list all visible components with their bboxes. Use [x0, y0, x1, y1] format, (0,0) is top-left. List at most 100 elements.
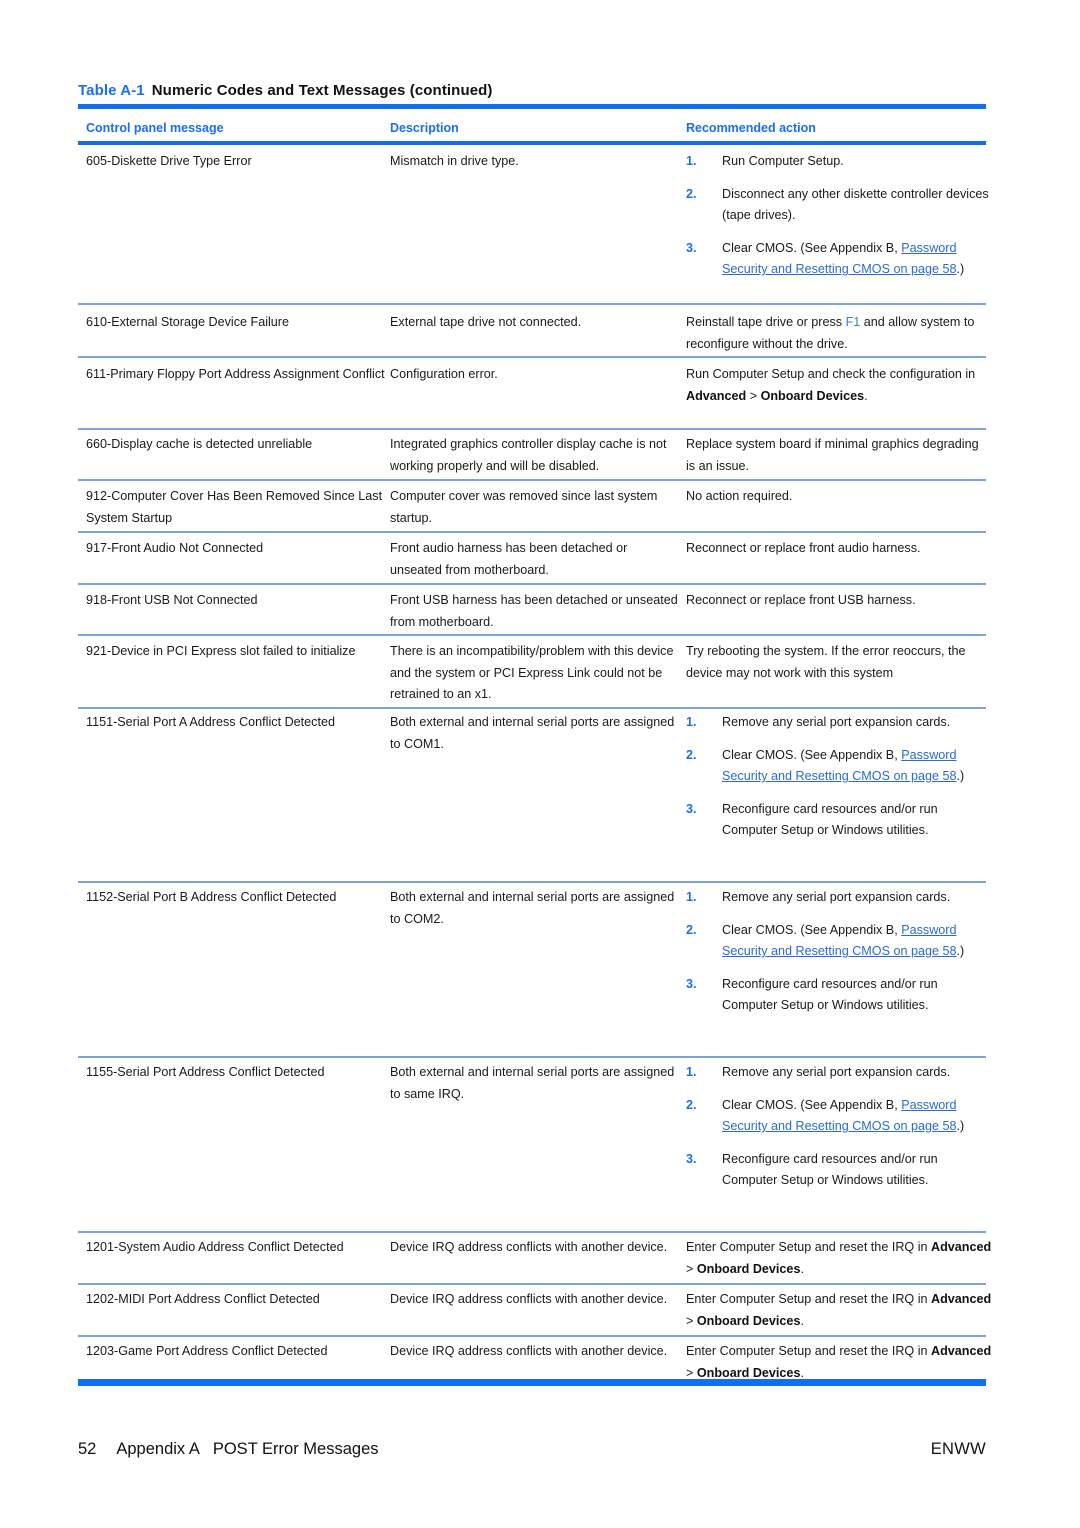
cell-description: Both external and internal serial ports … — [390, 890, 675, 926]
list-marker: 2. — [686, 922, 697, 937]
list-marker: 3. — [686, 1151, 697, 1166]
row-separator — [78, 303, 986, 305]
cell-description: Both external and internal serial ports … — [390, 1065, 675, 1101]
cell-action: Replace system board if minimal graphics… — [686, 437, 979, 473]
cell-action: Run Computer Setup and check the configu… — [686, 364, 986, 407]
table-row: 921-Device in PCI Express slot failed to… — [86, 641, 386, 663]
cell-message: 660-Display cache is detected unreliable — [86, 437, 313, 451]
menu-path-segment: Onboard Devices — [696, 1365, 801, 1380]
list-item: 3. Reconfigure card resources and/or run… — [686, 799, 996, 842]
list-item: 2. Disconnect any other diskette control… — [686, 184, 996, 227]
action-text-lead: Enter Computer Setup and reset the IRQ i… — [686, 1240, 932, 1254]
list-item: 1. Remove any serial port expansion card… — [686, 887, 996, 909]
list-text-lead: Clear CMOS. (See Appendix B, — [722, 240, 902, 255]
page-footer-brand: ENWW — [930, 1440, 986, 1458]
action-text-lead: Enter Computer Setup and reset the IRQ i… — [686, 1292, 932, 1306]
list-item: 1. Remove any serial port expansion card… — [686, 1062, 996, 1084]
table-bottom-rule — [78, 1379, 986, 1386]
list-marker: 2. — [686, 186, 697, 201]
cell-message: 918-Front USB Not Connected — [86, 593, 258, 607]
list-text-tail: .) — [956, 1119, 965, 1133]
table-row: 611-Primary Floppy Port Address Assignme… — [86, 364, 386, 386]
row-separator — [78, 479, 986, 481]
table-row: 918-Front USB Not Connected — [86, 590, 386, 612]
cell-message: 605-Diskette Drive Type Error — [86, 154, 252, 168]
row-separator — [78, 881, 986, 883]
cell-description: Both external and internal serial ports … — [390, 715, 675, 751]
column-header-description: Description — [390, 121, 459, 135]
cell-message: 610-External Storage Device Failure — [86, 315, 290, 329]
list-text-lead: Clear CMOS. (See Appendix B, — [722, 747, 902, 762]
menu-path-separator: > — [686, 1313, 697, 1328]
table-row: 1201-System Audio Address Conflict Detec… — [86, 1237, 386, 1259]
list-text-lead: Clear CMOS. (See Appendix B, — [722, 922, 902, 937]
cell-description: Integrated graphics controller display c… — [390, 437, 667, 473]
list-item: 3. Clear CMOS. (See Appendix B, Password… — [686, 238, 996, 281]
column-header-recommended-action: Recommended action — [686, 121, 816, 135]
table-row: 1155-Serial Port Address Conflict Detect… — [86, 1062, 386, 1084]
list-text: Remove any serial port expansion cards. — [722, 1065, 951, 1079]
action-text-lead: Enter Computer Setup and reset the IRQ i… — [686, 1344, 932, 1358]
table-header-rule — [78, 141, 986, 145]
row-separator — [78, 356, 986, 358]
cell-description: Device IRQ address conflicts with anothe… — [390, 1344, 668, 1358]
action-text-lead: Run Computer Setup and check the configu… — [686, 367, 976, 381]
list-text: Disconnect any other diskette controller… — [722, 186, 989, 223]
cell-actions: 1. Remove any serial port expansion card… — [686, 1062, 996, 1192]
list-text: Reconfigure card resources and/or run Co… — [722, 976, 938, 1013]
list-text: Remove any serial port expansion cards. — [722, 715, 951, 729]
page-number: 52 — [78, 1440, 97, 1458]
list-text: Clear CMOS. (See Appendix B, Password Se… — [722, 920, 996, 963]
cell-action: Reinstall tape drive or press F1 and all… — [686, 312, 986, 355]
list-text-lead: Clear CMOS. (See Appendix B, — [722, 1097, 902, 1112]
cell-description: External tape drive not connected. — [390, 315, 582, 329]
table-row: 912-Computer Cover Has Been Removed Sinc… — [86, 486, 386, 529]
cell-action: Enter Computer Setup and reset the IRQ i… — [686, 1341, 998, 1384]
cell-description: Configuration error. — [390, 367, 498, 381]
action-text-tail: . — [800, 1261, 804, 1276]
row-separator — [78, 428, 986, 430]
cell-message: 917-Front Audio Not Connected — [86, 541, 264, 555]
list-text: Run Computer Setup. — [722, 154, 844, 168]
list-text-tail: .) — [956, 769, 965, 783]
menu-path-segment: Advanced — [686, 388, 747, 403]
table-row: 660-Display cache is detected unreliable — [86, 434, 386, 456]
menu-path-segment: Advanced — [931, 1292, 992, 1306]
document-page: Table A-1 Numeric Codes and Text Messages… — [0, 0, 1080, 1528]
cell-message: 921-Device in PCI Express slot failed to… — [86, 644, 356, 658]
footer-appendix: Appendix A — [116, 1440, 200, 1458]
key-reference: F1 — [845, 315, 861, 329]
cell-action: Reconnect or replace front audio harness… — [686, 541, 921, 555]
menu-path-segment: Advanced — [931, 1240, 992, 1254]
list-text: Remove any serial port expansion cards. — [722, 890, 951, 904]
action-text-lead: Reinstall tape drive or press — [686, 315, 846, 329]
cell-action: No action required. — [686, 489, 793, 503]
list-item: 2. Clear CMOS. (See Appendix B, Password… — [686, 745, 996, 788]
cell-action: Enter Computer Setup and reset the IRQ i… — [686, 1289, 998, 1332]
cell-action: Reconnect or replace front USB harness. — [686, 593, 916, 607]
row-separator — [78, 707, 986, 709]
action-text-tail: . — [800, 1313, 804, 1328]
table-row: 1151-Serial Port A Address Conflict Dete… — [86, 712, 386, 734]
action-text-tail: . — [800, 1365, 804, 1380]
cell-message: 1152-Serial Port B Address Conflict Dete… — [86, 890, 337, 904]
cell-message: 611-Primary Floppy Port Address Assignme… — [86, 367, 385, 381]
menu-path-segment: Advanced — [931, 1344, 992, 1358]
list-item: 3. Reconfigure card resources and/or run… — [686, 974, 996, 1017]
page-footer-left: 52 Appendix A POST Error Messages — [78, 1440, 379, 1459]
table-row: 917-Front Audio Not Connected — [86, 538, 386, 560]
list-text: Reconfigure card resources and/or run Co… — [722, 801, 938, 838]
list-text: Reconfigure card resources and/or run Co… — [722, 1151, 938, 1188]
cell-actions: 1. Remove any serial port expansion card… — [686, 887, 996, 1017]
list-text: Clear CMOS. (See Appendix B, Password Se… — [722, 238, 996, 281]
list-marker: 2. — [686, 1097, 697, 1112]
list-item: 2. Clear CMOS. (See Appendix B, Password… — [686, 1095, 996, 1138]
menu-path-separator: > — [686, 1261, 697, 1276]
table-row: 610-External Storage Device Failure — [86, 312, 386, 334]
menu-path-separator: > — [746, 388, 761, 403]
list-text: Clear CMOS. (See Appendix B, Password Se… — [722, 1095, 996, 1138]
row-separator — [78, 1056, 986, 1058]
table-row: 1203-Game Port Address Conflict Detected — [86, 1341, 386, 1363]
menu-path-segment: Onboard Devices — [696, 1313, 801, 1328]
cell-description: Front audio harness has been detached or… — [390, 541, 628, 577]
